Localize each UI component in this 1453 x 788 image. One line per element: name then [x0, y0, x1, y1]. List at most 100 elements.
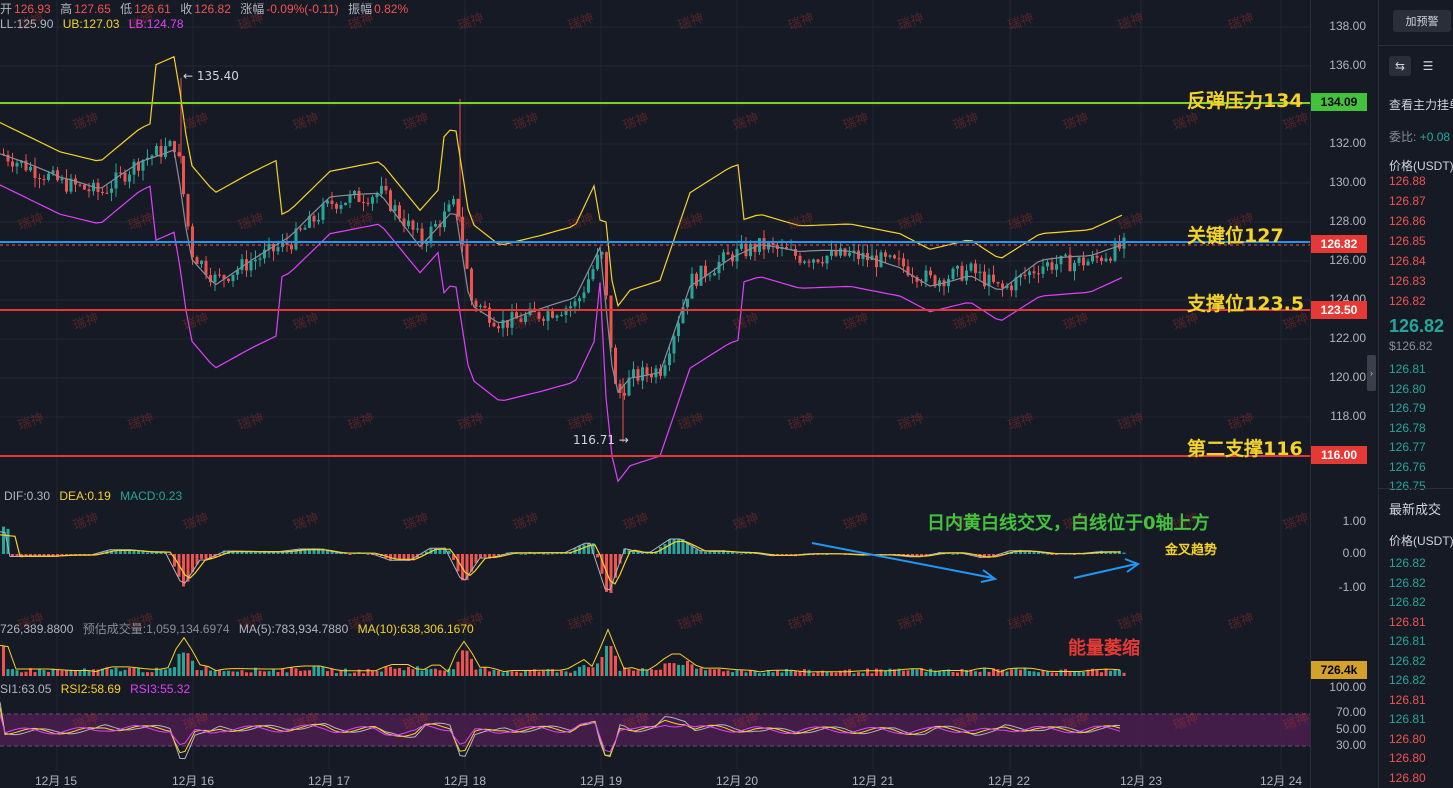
trade-price: 126.82 [1389, 575, 1426, 590]
watermark: 瑞神 [181, 110, 211, 133]
macd-bar [1050, 554, 1054, 555]
candle-body [434, 223, 437, 227]
candle-body [888, 255, 892, 257]
ask-price[interactable]: 126.86 [1389, 214, 1426, 228]
candle-body [276, 247, 280, 252]
volume-bar [402, 670, 406, 676]
macd-bar [1122, 552, 1126, 554]
volume-legend: 726,389.8800 预估成交量:1,059,134.6974 MA(5):… [0, 620, 480, 637]
bid-price[interactable]: 126.76 [1389, 460, 1426, 474]
volume-bar [42, 670, 46, 676]
price-tick: 118.00 [1330, 409, 1366, 423]
ask-price[interactable]: 126.88 [1389, 174, 1426, 188]
volume-bar [182, 652, 185, 676]
volume-bar [744, 672, 748, 676]
watermark: 瑞神 [621, 110, 651, 133]
macd-tick: -1.00 [1338, 580, 1366, 594]
ask-price[interactable]: 126.85 [1389, 234, 1426, 248]
view-main-orders-link[interactable]: 查看主力挂单 [1389, 96, 1453, 113]
volume-bar [875, 668, 878, 676]
price-tick: 130.00 [1329, 175, 1366, 189]
volume-bar [794, 671, 797, 676]
bid-price[interactable]: 126.77 [1389, 440, 1426, 454]
orderbook-view-icon[interactable]: ⇆ [1389, 56, 1411, 76]
macd-bar [132, 550, 136, 554]
volume-bar [497, 670, 500, 676]
candle-body [879, 252, 883, 268]
candlestick-chart[interactable]: 瑞神 瑞神 瑞神 瑞神 瑞神 瑞神 瑞神 瑞神 瑞神 瑞神 瑞神 瑞神瑞神 瑞神 瑞神 瑞神 瑞神 瑞神 瑞神 瑞神… [0, 0, 1310, 788]
macd-bar [587, 543, 590, 554]
candle-body [15, 162, 19, 167]
macd-bar [438, 549, 442, 554]
support-price-tag: 123.50 [1311, 301, 1367, 319]
candle-body [254, 259, 257, 262]
latest-trades-title: 最新成交 [1389, 502, 1442, 517]
ohlc-open-label: 开 [0, 2, 13, 16]
candle-body [321, 203, 325, 220]
volume-bar [690, 664, 694, 676]
watermark: 瑞神 [456, 410, 486, 433]
watermark: 瑞神 [676, 10, 706, 33]
volume-bar [47, 671, 50, 676]
candle-body [119, 172, 122, 174]
volume-bar [1055, 672, 1058, 676]
volume-bar [204, 666, 208, 676]
volume-bar [308, 670, 311, 676]
volume-bar [659, 669, 662, 676]
volume-bar [857, 672, 860, 676]
boll-ll: LL:125.90 [0, 17, 54, 31]
watermark: 瑞神 [731, 110, 761, 133]
candle-body [641, 367, 644, 381]
volume-bar [519, 672, 523, 676]
ask-price[interactable]: 126.82 [1389, 294, 1426, 308]
candle-body [78, 184, 82, 186]
volume-bar [425, 669, 428, 676]
volume-bar [686, 660, 689, 676]
candle-body [128, 174, 131, 182]
watermark: 瑞神 [951, 110, 981, 133]
bid-price[interactable]: 126.75 [1389, 479, 1426, 493]
bid-price[interactable]: 126.81 [1389, 362, 1426, 376]
candle-body [357, 190, 361, 202]
volume-bar [771, 672, 775, 676]
bid-price[interactable]: 126.78 [1389, 421, 1426, 435]
ask-price[interactable]: 126.83 [1389, 274, 1426, 288]
candle-body [258, 258, 262, 260]
ask-price[interactable]: 126.84 [1389, 254, 1426, 268]
candle-body [186, 194, 190, 227]
bid-price[interactable]: 126.79 [1389, 401, 1426, 415]
candle-body [1028, 271, 1031, 276]
candle-body [101, 191, 104, 193]
candle-body [713, 273, 716, 276]
price-axis[interactable]: 138.00136.00134.00132.00130.00128.00126.… [1310, 0, 1372, 788]
panel-collapse-handle[interactable]: › [1367, 355, 1376, 391]
volume-bar [173, 667, 176, 676]
ask-price[interactable]: 126.87 [1389, 194, 1426, 208]
add-alert-button[interactable]: 加预警 [1393, 10, 1451, 32]
candle-body [407, 220, 410, 227]
watermark: 瑞神 [1226, 10, 1256, 33]
watermark: 瑞神 [786, 210, 816, 233]
macd-bar [735, 552, 739, 554]
volume-bar [24, 671, 28, 676]
volume-bar [303, 670, 307, 676]
candle-body [200, 260, 203, 265]
volume-bar [1068, 672, 1072, 676]
volume-bar [731, 672, 734, 676]
rsi-tick: 70.00 [1335, 705, 1366, 719]
watermark: 瑞神 [566, 410, 596, 433]
volume-bar [510, 671, 514, 676]
bid-price[interactable]: 126.80 [1389, 382, 1426, 396]
volume-bar [1046, 671, 1049, 676]
volume-bar [353, 672, 356, 676]
chart-area[interactable]: 瑞神 瑞神 瑞神 瑞神 瑞神 瑞神 瑞神 瑞神 瑞神 瑞神 瑞神 瑞神 瑞神 瑞神 瑞神 瑞神 瑞神 瑞神 瑞神 瑞神… [0, 0, 1366, 788]
candle-body [965, 270, 968, 281]
orderbook-list-icon[interactable]: ☰ [1417, 56, 1439, 76]
volume-bar [263, 671, 266, 676]
volume-bar [569, 672, 572, 676]
ohlc-close: 126.82 [194, 2, 231, 16]
volume-bar [515, 671, 518, 676]
time-axis[interactable]: 12月 15 12月 16 12月 17 12月 18 12月 19 12月 20 12月 … [0, 770, 1366, 788]
candle-body [312, 215, 316, 222]
volume-bar [974, 671, 977, 676]
